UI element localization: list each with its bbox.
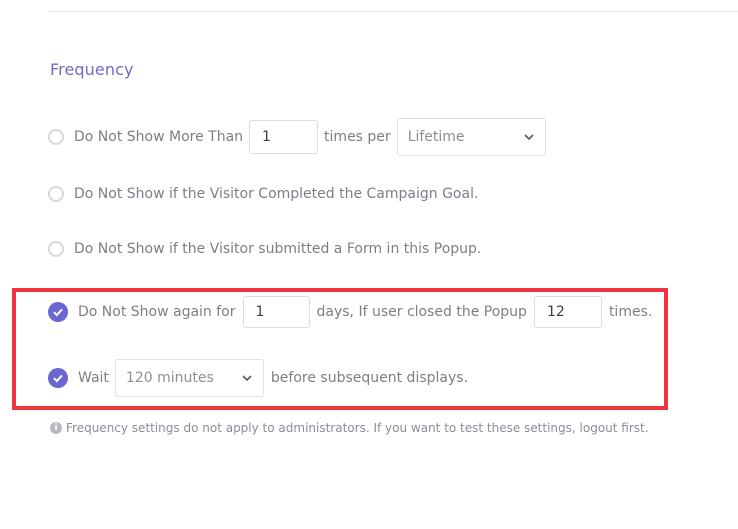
form-submitted-radio[interactable] [48,241,64,257]
admin-note: i Frequency settings do not apply to adm… [50,421,649,435]
chevron-down-icon [524,134,534,141]
max-show-count-input[interactable]: 1 [249,120,319,154]
max-show-label: Do Not Show More Than [74,129,244,145]
form-submitted-option: Do Not Show if the Visitor submitted a F… [48,241,481,257]
admin-note-text: Frequency settings do not apply to admin… [66,421,649,435]
campaign-goal-radio[interactable] [48,186,64,202]
section-title: Frequency [50,60,134,79]
form-submitted-label: Do Not Show if the Visitor submitted a F… [74,241,482,257]
times-per-label: times per [324,129,391,145]
frequency-settings-page: Frequency Do Not Show More Than 1 times … [0,0,738,529]
campaign-goal-option: Do Not Show if the Visitor Completed the… [48,186,478,202]
campaign-goal-label: Do Not Show if the Visitor Completed the… [74,186,479,202]
max-show-radio[interactable] [48,129,64,145]
period-select-value: Lifetime [407,129,465,145]
highlight-box [12,288,668,410]
period-select[interactable]: Lifetime [396,118,546,156]
max-show-option: Do Not Show More Than 1 times per Lifeti… [48,118,546,156]
info-icon: i [50,422,62,434]
top-divider [48,11,738,12]
